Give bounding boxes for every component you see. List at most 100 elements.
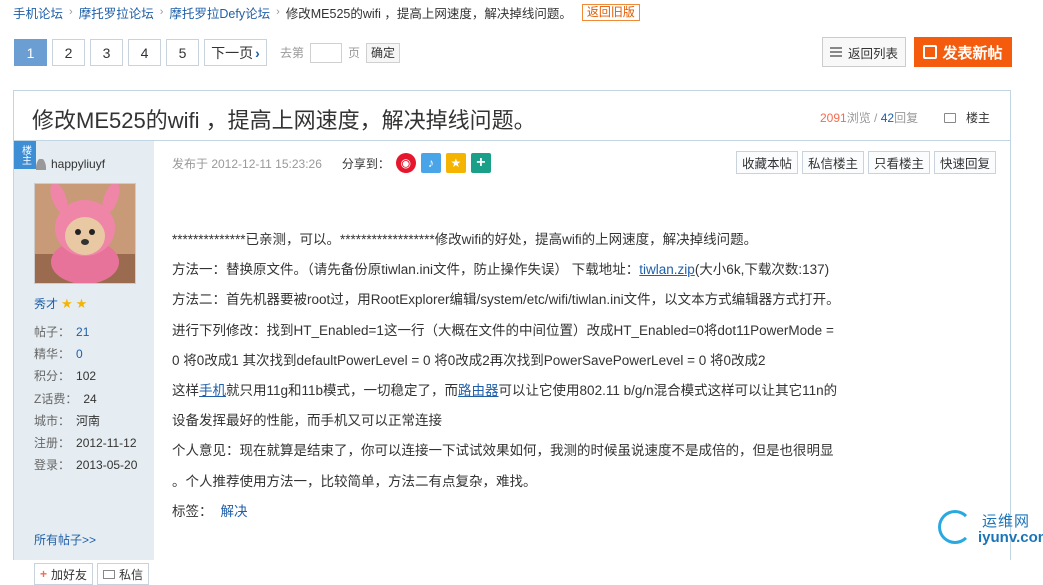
watermark-ring-icon <box>938 510 972 544</box>
new-post-button[interactable]: 发表新帖 <box>914 37 1012 67</box>
stat-value[interactable]: 0 <box>76 347 83 361</box>
breadcrumb-separator: › <box>276 6 280 18</box>
post-meta: 发布于 2012-12-11 15:23:26 分享到： ◉ ♪ ★ + <box>172 153 496 173</box>
goto-page-input[interactable] <box>310 42 343 63</box>
user-icon <box>36 158 46 170</box>
stat-label: Z话费： <box>34 391 78 406</box>
chevron-right-icon: › <box>255 44 260 61</box>
share-label: 分享到： <box>341 156 390 171</box>
goto-page: 去第 页 确定 <box>280 42 401 63</box>
louzhu-label: 楼主 <box>966 111 991 125</box>
rank-label: 秀才 <box>34 297 59 311</box>
post-line: 设备发挥最好的性能，而手机又可以正常连接 <box>172 413 442 429</box>
post-line: 。个人推荐使用方法一，比较简单，方法二有点复杂，难找。 <box>172 473 537 489</box>
print-louzhu[interactable]: 楼主 <box>944 109 990 126</box>
breadcrumb-separator: › <box>159 6 164 18</box>
stat-value: 102 <box>76 369 97 384</box>
stat-value: 2013-05-20 <box>76 458 138 473</box>
view-count: 2091 <box>820 111 847 125</box>
stat-city: 城市： 河南 <box>34 410 137 432</box>
author-stats: 帖子： 21 精华： 0 积分： 102 Z话费： 24 城市： 河南 注册： 2012-1… <box>34 321 137 476</box>
post-line: 进行下列修改：找到HT_Enabled=1这一行（大概在文件的中间位置）改成HT… <box>172 322 834 338</box>
stat-label: 帖子： <box>34 325 71 339</box>
post-container: 修改ME525的wifi ，提高上网速度，解决掉线问题。 2091浏览 / 42… <box>13 90 1011 585</box>
goto-confirm-button[interactable]: 确定 <box>366 42 401 63</box>
author-name-row[interactable]: happyliuyf <box>36 157 105 171</box>
goto-suffix: 页 <box>348 46 361 60</box>
breadcrumb-link-mobile-forum[interactable]: 手机论坛 <box>13 3 63 22</box>
post-line: 这样手机就只用11g和11b模式，一切稳定了，而路由器可以让它使用802.11 … <box>172 376 872 406</box>
post-tags: 标签： 解决 <box>172 497 872 527</box>
author-sidebar: 楼主 happyliuyf 秀才 ★ ★ 帖子： 21 精华： 0 积分： 10… <box>14 141 154 585</box>
only-op-button[interactable]: 只看楼主 <box>868 151 931 174</box>
post-actions: 收藏本帖 私信楼主 只看楼主 快速回复 <box>736 151 1000 174</box>
qq-share-icon[interactable]: ♪ <box>420 153 441 173</box>
print-icon <box>944 112 956 123</box>
watermark-logo: 运维网 iyunv.com <box>938 504 1043 552</box>
stat-value: 河南 <box>76 413 101 428</box>
post-line: 方法一：替换原文件。（请先备份原tiwlan.ini文件，防止操作失误） 下载地… <box>172 255 872 285</box>
breadcrumb-current: 修改ME525的wifi ，提高上网速度，解决掉线问题。 <box>285 6 572 21</box>
breadcrumb-link-motorola-forum[interactable]: 摩托罗拉论坛 <box>79 3 154 22</box>
more-share-icon[interactable]: + <box>470 153 491 173</box>
qzone-share-icon[interactable]: ★ <box>445 153 466 173</box>
post-text: 这样 <box>172 383 199 399</box>
tag-link[interactable]: 解决 <box>221 504 248 519</box>
stat-digest: 精华： 0 <box>34 343 137 365</box>
post-text: (大小6k,下载次数:137) <box>694 262 830 278</box>
thread-title: 修改ME525的wifi ，提高上网速度，解决掉线问题。 <box>32 108 536 133</box>
watermark-cn: 运维网 <box>982 513 1031 530</box>
stat-value: 24 <box>83 391 97 406</box>
router-link[interactable]: 路由器 <box>458 383 499 398</box>
tag-label: 标签： <box>172 503 213 519</box>
page-5-button[interactable]: 5 <box>166 39 199 66</box>
post-text: 就只用11g和11b模式，一切稳定了，而 <box>226 383 459 399</box>
post-line: 方法二：首先机器要被root过，用RootExplorer编辑/system/e… <box>172 292 840 308</box>
watermark-en: iyunv.com <box>978 529 1043 546</box>
message-op-button[interactable]: 私信楼主 <box>802 151 865 174</box>
breadcrumb-link-defy-forum[interactable]: 摩托罗拉Defy论坛 <box>169 3 270 22</box>
view-label: 浏览 <box>846 111 871 125</box>
goto-prefix: 去第 <box>280 46 305 60</box>
star-icon: ★ <box>61 295 73 311</box>
avatar[interactable] <box>34 183 136 284</box>
page-4-button[interactable]: 4 <box>128 39 161 66</box>
post-text: 可以让它使用802.11 b/g/n混合模式这样可以让其它11n的 <box>498 383 838 399</box>
weibo-share-icon[interactable]: ◉ <box>395 153 416 173</box>
stat-value[interactable]: 21 <box>76 325 89 339</box>
post-line: **************已亲测，可以。******************修… <box>172 232 758 247</box>
post-text: 方法一：替换原文件。（请先备份原tiwlan.ini文件，防止操作失误） 下载地… <box>172 262 640 278</box>
all-posts-link[interactable]: 所有帖子>> <box>34 531 96 548</box>
phone-link[interactable]: 手机 <box>199 383 226 398</box>
stat-last-login: 登录： 2013-05-20 <box>34 454 137 476</box>
thread-stats: 2091浏览 / 42回复 <box>820 109 918 126</box>
message-label: 私信 <box>119 567 144 582</box>
message-button[interactable]: 私信 <box>97 563 150 585</box>
edit-icon <box>923 45 938 59</box>
post-body: **************已亲测，可以。******************修… <box>172 225 872 527</box>
thread-title-bar: 修改ME525的wifi ，提高上网速度，解决掉线问题。 2091浏览 / 42… <box>14 91 1010 141</box>
old-version-button[interactable]: 返回旧版 <box>581 3 640 21</box>
favorite-button[interactable]: 收藏本帖 <box>736 151 799 174</box>
stat-points: 积分： 102 <box>34 365 137 387</box>
stat-credit: Z话费： 24 <box>34 388 137 410</box>
post-line: 0 将0改成1 其次找到defaultPowerLevel = 0 将0改成2再… <box>172 352 766 368</box>
reply-count: 42 <box>880 111 895 125</box>
stat-label: 登录： <box>34 458 71 473</box>
page-1-button[interactable]: 1 <box>14 39 47 66</box>
post-line: 个人意见：现在就算是结束了，你可以连接一下试试效果如何，我测的时候虽说速度不是成… <box>172 443 834 459</box>
stat-value: 2012-11-12 <box>76 436 137 451</box>
stat-registered: 注册： 2012-11-12 <box>34 432 137 454</box>
mail-icon <box>103 569 116 579</box>
back-to-list-button[interactable]: 返回列表 <box>822 37 906 67</box>
download-link[interactable]: tiwlan.zip <box>639 262 695 277</box>
stats-separator: / <box>870 111 881 125</box>
back-to-list-label: 返回列表 <box>847 46 898 61</box>
quick-reply-button[interactable]: 快速回复 <box>934 151 997 174</box>
page-2-button[interactable]: 2 <box>52 39 85 66</box>
page-3-button[interactable]: 3 <box>90 39 123 66</box>
add-friend-button[interactable]: + 加好友 <box>34 563 94 585</box>
next-page-button[interactable]: 下一页 › <box>204 39 267 66</box>
stat-posts: 帖子： 21 <box>34 321 137 343</box>
breadcrumb-separator: › <box>69 6 73 18</box>
